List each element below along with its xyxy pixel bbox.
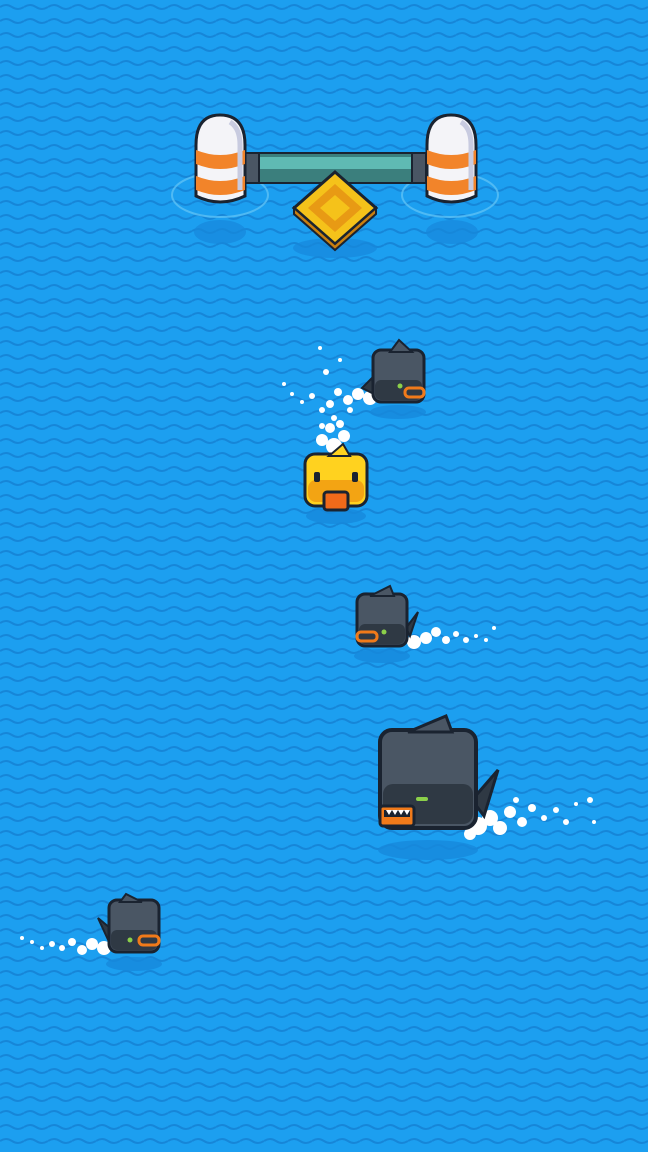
right-buoy [425,113,478,204]
game-scene[interactable] [0,0,648,1152]
left-buoy [194,113,247,204]
